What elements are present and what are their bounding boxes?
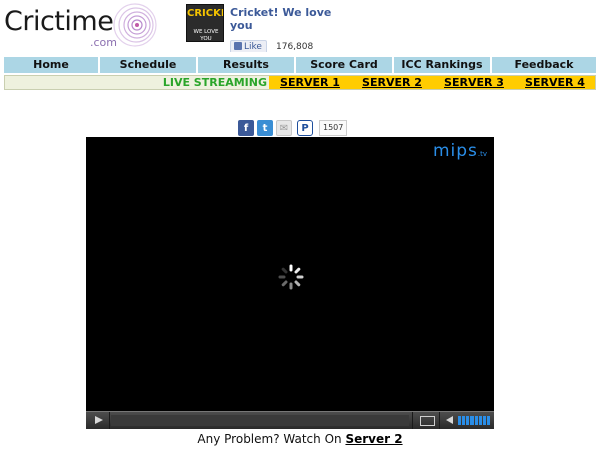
nav-item-icc-rankings[interactable]: ICC Rankings: [394, 57, 492, 73]
facebook-page-title[interactable]: Cricket! We love you: [230, 6, 350, 32]
twitter-share-icon[interactable]: t: [257, 120, 273, 136]
volume-bar-segment: [470, 416, 474, 425]
seek-bar[interactable]: [111, 415, 409, 426]
like-count: 176,808: [276, 42, 314, 52]
volume-bar-segment: [486, 416, 490, 425]
footer-server-2-link[interactable]: Server 2: [345, 432, 402, 446]
volume-bar-segment: [462, 416, 466, 425]
loading-spinner-icon: [278, 264, 304, 290]
server-4-link[interactable]: SERVER 4: [515, 76, 595, 89]
share-count: 1507: [319, 120, 348, 136]
footer-prompt-text: Any Problem? Watch On: [197, 432, 342, 446]
site-logo[interactable]: Crictime .com: [2, 0, 162, 52]
nav-item-schedule[interactable]: Schedule: [100, 57, 198, 73]
nav-item-score-card[interactable]: Score Card: [296, 57, 394, 73]
server-3-link[interactable]: SERVER 3: [433, 76, 515, 89]
main-nav: Home Schedule Results Score Card ICC Ran…: [4, 57, 596, 73]
volume-bar-segment: [458, 416, 462, 425]
player-control-bar: [86, 411, 494, 429]
facebook-like-button[interactable]: Like: [230, 40, 267, 52]
play-icon[interactable]: [86, 412, 110, 429]
player-brand-name: mips: [432, 141, 478, 161]
facebook-page-widget: CRICKET WE LOVE YOU Cricket! We love you…: [186, 4, 386, 52]
nav-item-feedback[interactable]: Feedback: [492, 57, 596, 73]
nav-item-results[interactable]: Results: [198, 57, 296, 73]
server-1-link[interactable]: SERVER 1: [269, 76, 351, 89]
thumbnail-title: CRICKET: [187, 8, 223, 19]
volume-slider[interactable]: [458, 416, 490, 425]
thumbnail-subtitle: WE LOVE YOU: [193, 29, 219, 42]
thumbs-up-icon: [234, 42, 242, 50]
alternate-server-prompt: Any Problem? Watch On Server 2: [0, 432, 600, 446]
pinterest-share-icon[interactable]: P: [297, 120, 313, 136]
share-bar: f t ✉ P 1507: [238, 120, 348, 136]
streaming-server-bar: LIVE STREAMING SERVER 1 SERVER 2 SERVER …: [4, 75, 596, 90]
player-brand-logo: mips.tv: [433, 141, 487, 161]
live-streaming-label: LIVE STREAMING: [5, 76, 269, 89]
facebook-page-thumbnail[interactable]: CRICKET WE LOVE YOU: [186, 4, 224, 42]
nav-item-home[interactable]: Home: [4, 57, 100, 73]
video-player[interactable]: mips.tv: [86, 137, 494, 429]
email-share-icon[interactable]: ✉: [276, 120, 292, 136]
volume-bar-segment: [466, 416, 470, 425]
fullscreen-icon[interactable]: [412, 412, 440, 429]
like-button-label: Like: [244, 42, 262, 52]
volume-bar-segment: [478, 416, 482, 425]
volume-bar-segment: [474, 416, 478, 425]
volume-icon[interactable]: [444, 412, 456, 429]
logo-wordmark: Crictime: [4, 6, 114, 37]
logo-swirl-icon: [113, 3, 157, 47]
server-2-link[interactable]: SERVER 2: [351, 76, 433, 89]
player-brand-suffix: .tv: [477, 150, 487, 158]
volume-bar-segment: [482, 416, 486, 425]
facebook-share-icon[interactable]: f: [238, 120, 254, 136]
